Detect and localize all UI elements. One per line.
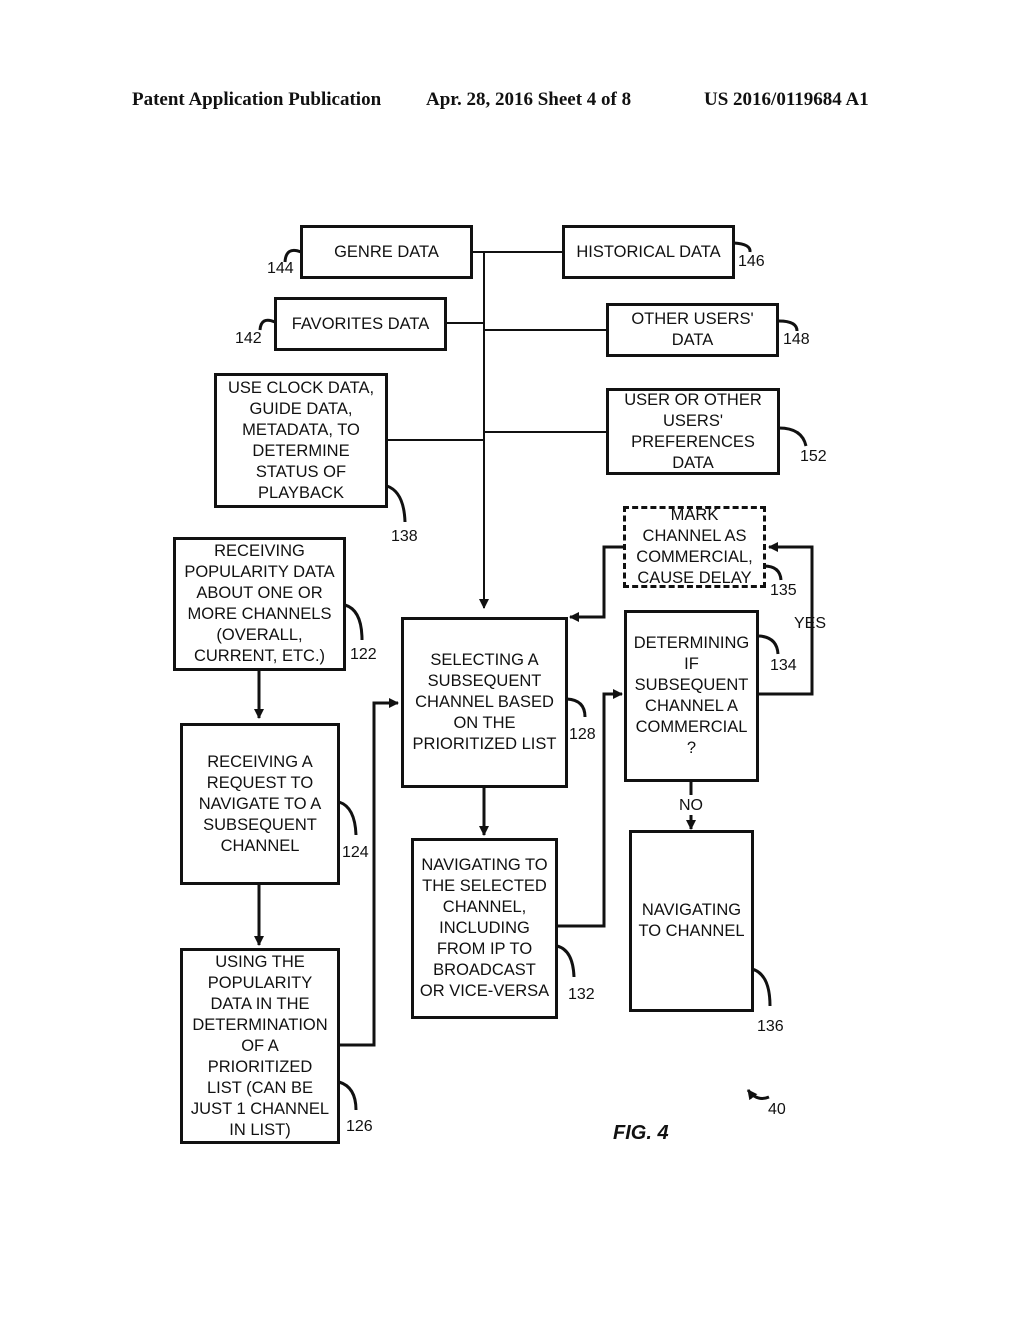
box-other-users-data: OTHER USERS' DATA [606, 303, 779, 357]
leader-134 [758, 634, 780, 655]
box-selecting-subsequent-channel: SELECTING A SUBSEQUENT CHANNEL BASED ON … [401, 617, 568, 788]
box-receiving-popularity-data-text: RECEIVING POPULARITY DATA ABOUT ONE OR M… [184, 542, 335, 665]
ref-152: 152 [800, 448, 827, 465]
leader-128 [566, 697, 587, 718]
box-other-users-data-text: OTHER USERS' DATA [631, 310, 754, 349]
leader-135 [763, 564, 783, 581]
ref-132: 132 [568, 986, 595, 1003]
box-navigating-to-channel-text: NAVIGATING TO CHANNEL [638, 901, 745, 940]
leader-126 [338, 1080, 358, 1111]
leader-124 [338, 800, 358, 836]
box-historical-data-text: HISTORICAL DATA [576, 242, 721, 261]
box-selecting-subsequent-channel-text: SELECTING A SUBSEQUENT CHANNEL BASED ON … [412, 651, 557, 753]
leader-142 [258, 318, 276, 331]
ref-148: 148 [783, 331, 810, 348]
box-receiving-request: RECEIVING A REQUEST TO NAVIGATE TO A SUB… [180, 723, 340, 885]
edge-label-no: NO [679, 797, 703, 814]
ref-142: 142 [235, 330, 262, 347]
ref-144: 144 [267, 260, 294, 277]
ref-138: 138 [391, 528, 418, 545]
leader-152 [778, 426, 808, 447]
box-using-popularity-data-text: USING THE POPULARITY DATA IN THE DETERMI… [190, 952, 330, 1139]
leader-132 [556, 944, 576, 978]
box-receiving-request-text: RECEIVING A REQUEST TO NAVIGATE TO A SUB… [198, 752, 322, 855]
ref-135: 135 [770, 582, 797, 599]
figure-label: FIG. 4 [613, 1122, 669, 1144]
box-historical-data: HISTORICAL DATA [562, 225, 735, 279]
ref-122: 122 [350, 646, 377, 663]
box-clock-guide-metadata: USE CLOCK DATA, GUIDE DATA, METADATA, TO… [214, 373, 388, 508]
figure-ref-arrow [746, 1089, 770, 1101]
ref-134: 134 [770, 657, 797, 674]
box-navigating-selected-channel-text: NAVIGATING TO THE SELECTED CHANNEL, INCL… [419, 856, 550, 1000]
edge-label-yes: YES [794, 615, 827, 632]
ref-146: 146 [738, 253, 765, 270]
leader-148 [778, 319, 799, 332]
box-user-preferences-data: USER OR OTHER USERS' PREFERENCES DATA [606, 388, 780, 475]
box-mark-channel-commercial: MARK CHANNEL AS COMMERCIAL, CAUSE DELAY [623, 506, 766, 588]
ref-136: 136 [757, 1018, 784, 1035]
box-user-preferences-data-text: USER OR OTHER USERS' PREFERENCES DATA [624, 390, 762, 472]
box-using-popularity-data: USING THE POPULARITY DATA IN THE DETERMI… [180, 948, 340, 1144]
ref-128: 128 [569, 726, 596, 743]
box-clock-guide-metadata-text: USE CLOCK DATA, GUIDE DATA, METADATA, TO… [227, 378, 375, 502]
box-navigating-selected-channel: NAVIGATING TO THE SELECTED CHANNEL, INCL… [411, 838, 558, 1019]
leader-136 [751, 967, 772, 1007]
figure-reference-number: 40 [768, 1101, 786, 1118]
box-favorites-data: FAVORITES DATA [274, 297, 447, 351]
ref-126: 126 [346, 1118, 373, 1135]
arrow-135-to-128 [569, 545, 624, 622]
leader-122 [344, 603, 364, 641]
box-navigating-to-channel: NAVIGATING TO CHANNEL [629, 830, 754, 1012]
leader-138 [386, 484, 407, 523]
box-favorites-data-text: FAVORITES DATA [291, 314, 430, 333]
box-receiving-popularity-data: RECEIVING POPULARITY DATA ABOUT ONE OR M… [173, 537, 346, 671]
arrow-126-to-128 [339, 698, 399, 1047]
box-determining-commercial-text: DETERMINING IF SUBSEQUENT CHANNEL A COMM… [633, 634, 750, 757]
ref-124: 124 [342, 844, 369, 861]
box-mark-channel-commercial-text: MARK CHANNEL AS COMMERCIAL, CAUSE DELAY [636, 506, 753, 587]
leader-146 [733, 241, 752, 253]
box-genre-data: GENRE DATA [300, 225, 473, 279]
box-genre-data-text: GENRE DATA [334, 242, 439, 261]
box-determining-commercial: DETERMINING IF SUBSEQUENT CHANNEL A COMM… [624, 610, 759, 782]
